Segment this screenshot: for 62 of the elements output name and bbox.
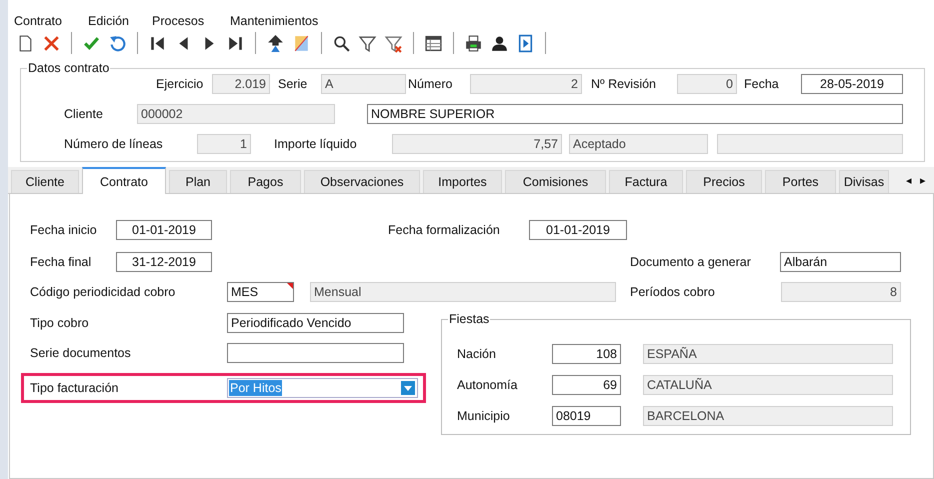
input-field[interactable]: Periodificado Vencido [227, 313, 404, 333]
input-field[interactable]: 28-05-2019 [801, 74, 903, 94]
table-icon[interactable] [424, 34, 443, 52]
menu-item[interactable]: Edición [88, 14, 152, 28]
field-label: Documento a generar [630, 255, 751, 269]
menu-item[interactable]: Procesos [152, 14, 230, 28]
search-icon[interactable] [332, 34, 351, 52]
person-icon[interactable] [490, 34, 509, 52]
tab-scroll-arrow[interactable]: ◂ [906, 174, 912, 186]
tab[interactable]: Contrato [82, 167, 166, 194]
field-label: Tipo facturación [30, 381, 118, 395]
input-field[interactable]: 08019 [552, 406, 621, 426]
tab[interactable]: Factura [609, 170, 683, 193]
field-label: Cliente [64, 107, 103, 121]
tab[interactable]: Pagos [230, 170, 301, 193]
menu-item[interactable]: Contrato [14, 14, 88, 28]
input-field[interactable]: NOMBRE SUPERIOR [367, 104, 903, 124]
tab-scroll-arrow[interactable]: ▸ [920, 174, 926, 186]
tab[interactable]: Divisas [839, 170, 889, 193]
input-field[interactable] [227, 343, 404, 363]
input-field[interactable]: Albarán [780, 252, 901, 272]
field-label: Tipo cobro [30, 316, 89, 330]
sort-icon[interactable] [292, 34, 311, 52]
group-title: Datos contrato [27, 61, 110, 75]
input-field[interactable]: 01-01-2019 [529, 220, 627, 240]
input-field[interactable]: 31-12-2019 [116, 252, 212, 272]
tab[interactable]: Comisiones [505, 170, 606, 193]
tab[interactable]: Portes [765, 170, 836, 193]
field-label: Fecha final [30, 255, 92, 269]
input-field[interactable]: 01-01-2019 [116, 220, 212, 240]
field-label: Períodos cobro [630, 285, 715, 299]
filter-icon[interactable] [358, 34, 377, 52]
field-label: Número [408, 77, 452, 91]
field-label: Importe líquido [274, 137, 357, 151]
field-label: Serie documentos [30, 346, 131, 360]
tab[interactable]: Importes [423, 170, 502, 193]
field-label: Nº Revisión [591, 77, 656, 91]
clear-filter-icon[interactable] [384, 34, 403, 52]
field-label: Ejercicio [156, 77, 204, 91]
printer-icon[interactable] [464, 34, 483, 52]
field-label: Número de líneas [64, 137, 163, 151]
tab[interactable]: Precios [686, 170, 762, 193]
group-title: Fiestas [448, 312, 490, 326]
field-label: Fecha inicio [30, 223, 97, 237]
field-label: Municipio [457, 409, 510, 423]
tab[interactable]: Observaciones [304, 170, 420, 193]
field-label: Serie [278, 77, 308, 91]
document-play-icon[interactable] [516, 34, 535, 52]
delete-icon[interactable] [42, 34, 61, 52]
field-label: Código periodicidad cobro [30, 285, 176, 299]
input-field[interactable]: MES [227, 282, 294, 302]
tab[interactable]: Plan [169, 170, 227, 193]
field-label: Fecha [744, 77, 779, 91]
input-field[interactable]: 69 [552, 375, 621, 395]
tab[interactable]: Cliente [11, 170, 79, 193]
input-field[interactable]: 108 [552, 344, 621, 364]
field-label: Nación [457, 347, 496, 361]
undo-icon[interactable] [108, 34, 127, 52]
field-label: Fecha formalización [388, 223, 500, 237]
sort-up-icon[interactable] [266, 34, 285, 52]
menu-item[interactable]: Mantenimientos [230, 14, 318, 28]
field-label: Autonomía [457, 378, 518, 392]
